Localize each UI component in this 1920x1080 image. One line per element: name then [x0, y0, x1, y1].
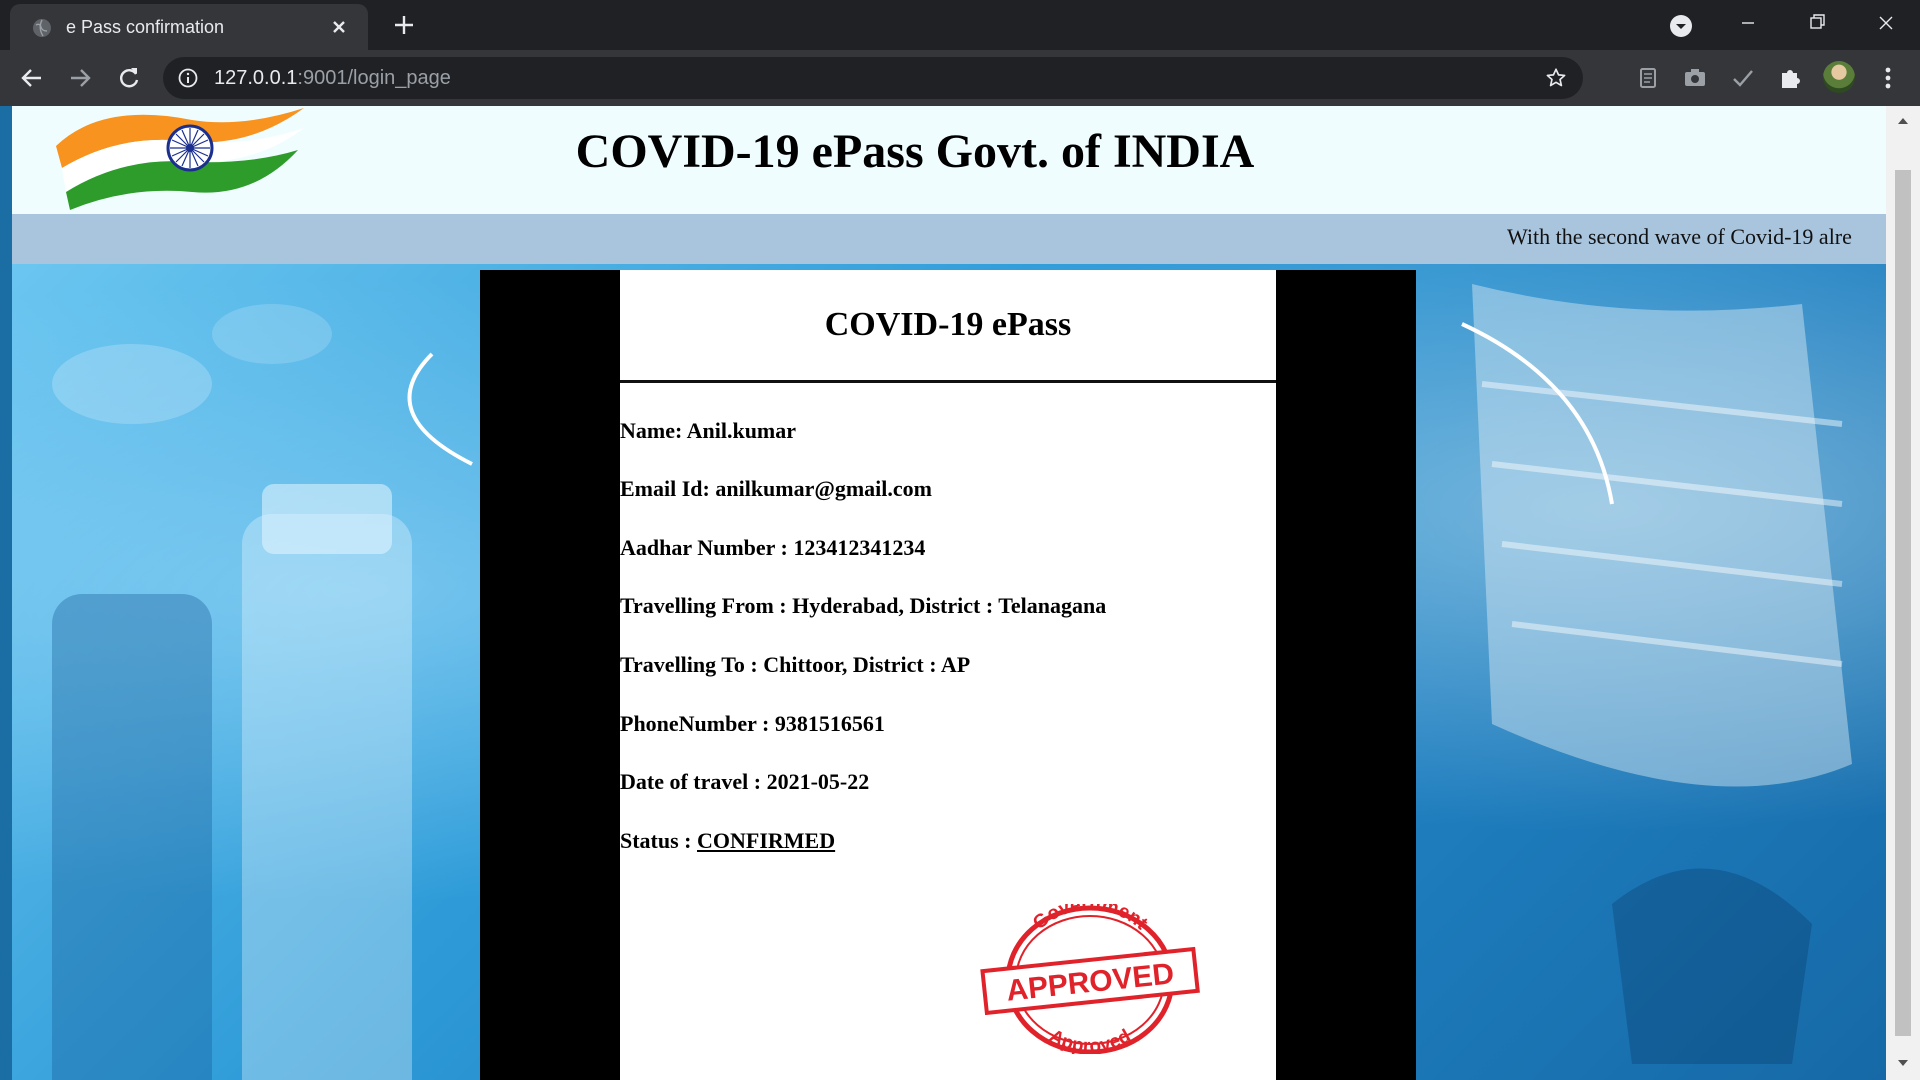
field-label: Date of travel :: [620, 769, 762, 794]
field-value: 2021-05-22: [766, 769, 870, 794]
field-value: Hyderabad, District : Telanagana: [792, 593, 1107, 618]
close-tab-icon[interactable]: [330, 18, 348, 36]
kebab-menu-icon[interactable]: [1876, 64, 1900, 92]
phone-field: PhoneNumber : 9381516561: [620, 711, 885, 737]
restore-icon[interactable]: [1797, 8, 1837, 38]
info-icon[interactable]: [178, 68, 198, 88]
scroll-up-arrow-icon[interactable]: [1895, 114, 1911, 128]
page-viewport: COVID-19 ePass Govt. of INDIA With the s…: [0, 106, 1920, 1080]
scrollbar-thumb[interactable]: [1895, 170, 1911, 1036]
travelling-from-field: Travelling From : Hyderabad, District : …: [620, 593, 1106, 619]
news-marquee: With the second wave of Covid-19 alre: [12, 214, 1886, 264]
page-header: COVID-19 ePass Govt. of INDIA: [12, 106, 1886, 214]
globe-icon: [33, 19, 51, 37]
new-tab-icon[interactable]: [393, 14, 415, 36]
reload-icon[interactable]: [115, 64, 143, 92]
marquee-text: With the second wave of Covid-19 alre: [1507, 224, 1852, 249]
browser-tab[interactable]: e Pass confirmation: [10, 4, 368, 50]
browser-toolbar: 127.0.0.1:9001/login_page: [0, 50, 1920, 106]
field-label: PhoneNumber :: [620, 711, 770, 736]
field-label: Travelling From :: [620, 593, 787, 618]
email-field: Email Id: anilkumar@gmail.com: [620, 476, 932, 502]
title-divider: [620, 380, 1276, 383]
field-label: Name:: [620, 418, 683, 443]
camera-extension-icon[interactable]: [1681, 64, 1709, 92]
checkmark-extension-icon[interactable]: [1729, 64, 1757, 92]
field-label: Travelling To :: [620, 652, 758, 677]
tab-search-icon[interactable]: [1669, 14, 1693, 38]
field-value: Chittoor, District : AP: [763, 652, 971, 677]
address-bar[interactable]: 127.0.0.1:9001/login_page: [163, 57, 1583, 99]
field-label: Email Id:: [620, 476, 710, 501]
status-field: Status : CONFIRMED: [620, 828, 835, 854]
back-arrow-icon[interactable]: [18, 64, 46, 92]
page-title: COVID-19 ePass Govt. of INDIA: [575, 125, 1255, 178]
field-value: 123412341234: [793, 535, 926, 560]
url-text[interactable]: 127.0.0.1:9001/login_page: [214, 67, 451, 90]
tab-title: e Pass confirmation: [66, 17, 225, 37]
stamp-bottom-text: Approved: [1046, 1026, 1135, 1054]
scroll-down-arrow-icon[interactable]: [1895, 1056, 1911, 1070]
travel-date-field: Date of travel : 2021-05-22: [620, 769, 869, 795]
epass-page: COVID-19 ePass Govt. of INDIA With the s…: [12, 106, 1886, 1080]
forward-arrow-icon[interactable]: [66, 64, 94, 92]
approved-stamp: Government Approved APPROVED: [980, 904, 1200, 1054]
name-field: Name: Anil.kumar: [620, 418, 796, 444]
epass-title: COVID-19 ePass: [824, 306, 1072, 343]
window-close-icon[interactable]: [1866, 8, 1906, 38]
document-extension-icon[interactable]: [1634, 64, 1662, 92]
aadhar-field: Aadhar Number : 123412341234: [620, 535, 925, 561]
minimize-icon[interactable]: [1728, 8, 1768, 38]
field-value: anilkumar@gmail.com: [715, 476, 932, 501]
epass-card: COVID-19 ePass Name: Anil.kumar Email Id…: [620, 270, 1276, 1080]
status-label: Status :: [620, 828, 692, 853]
vertical-scrollbar[interactable]: [1886, 106, 1920, 1080]
field-label: Aadhar Number :: [620, 535, 788, 560]
status-value: CONFIRMED: [697, 828, 836, 853]
profile-avatar[interactable]: [1823, 61, 1855, 93]
url-host: 127.0.0.1: [214, 67, 298, 89]
field-value: 9381516561: [774, 711, 885, 736]
url-path: :9001/login_page: [297, 67, 451, 89]
browser-titlebar: e Pass confirmation: [0, 0, 1920, 50]
travelling-to-field: Travelling To : Chittoor, District : AP: [620, 652, 970, 678]
field-value: Anil.kumar: [686, 418, 797, 443]
bookmark-star-icon[interactable]: [1545, 67, 1567, 89]
page-edge: [0, 106, 12, 1080]
extensions-puzzle-icon[interactable]: [1776, 64, 1804, 92]
stamp-top-text: Government: [1029, 904, 1152, 935]
